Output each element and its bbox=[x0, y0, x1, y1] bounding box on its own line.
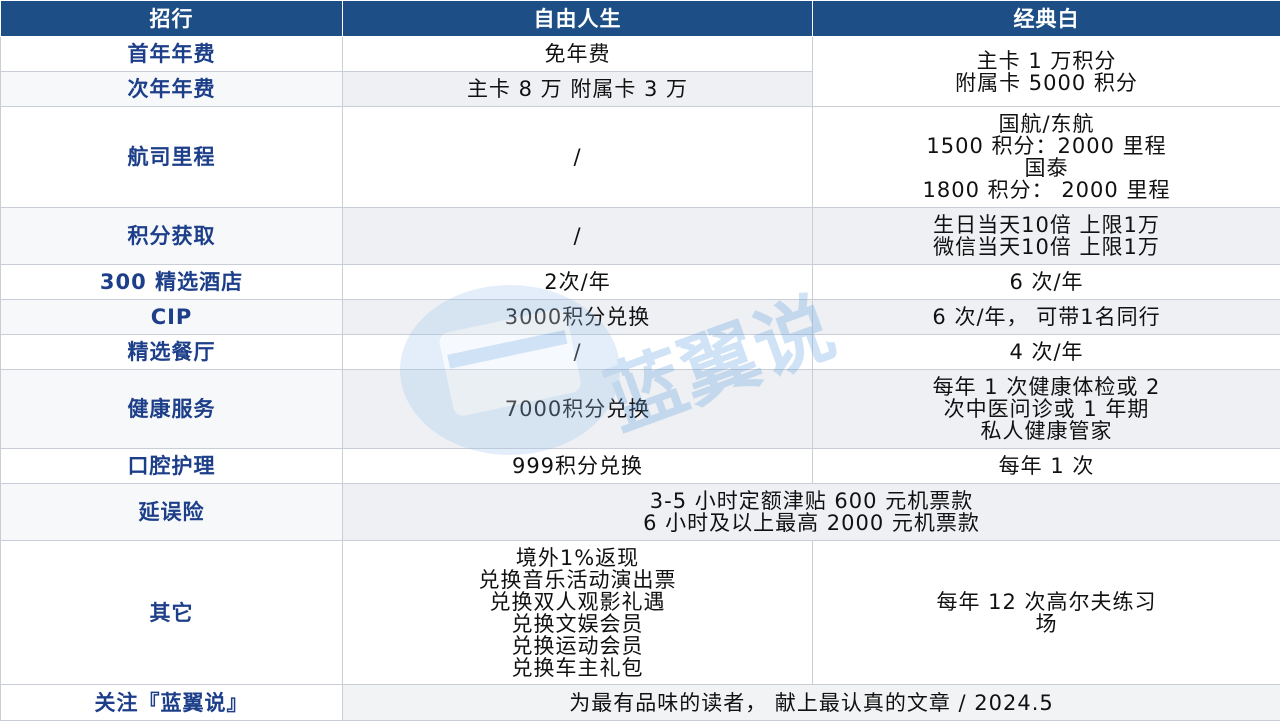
cell-line: 境外1%返现 bbox=[349, 547, 806, 569]
comparison-sheet: 招行 自由人生 经典白 首年年费 免年费 主卡 1 万积分 附属卡 5000 积… bbox=[0, 0, 1280, 720]
row-label-second-year-fee: 次年年费 bbox=[1, 72, 343, 107]
cell-freedom-dining: / bbox=[343, 335, 813, 370]
footer-row: 关注『蓝翼说』 为最有品味的读者， 献上最认真的文章 / 2024.5 bbox=[1, 685, 1280, 721]
table-row: 精选餐厅 / 4 次/年 bbox=[1, 335, 1280, 370]
header-row: 招行 自由人生 经典白 bbox=[1, 1, 1280, 37]
table-row: 其它 境外1%返现 兑换音乐活动演出票 兑换双人观影礼遇 兑换文娱会员 兑换运动… bbox=[1, 541, 1280, 685]
table-row: 航司里程 / 国航/东航 1500 积分：2000 里程 国泰 1800 积分：… bbox=[1, 107, 1280, 208]
header-card-freedom: 自由人生 bbox=[343, 1, 813, 37]
cell-line: 生日当天10倍 上限1万 bbox=[819, 214, 1274, 236]
cell-classic-other: 每年 12 次高尔夫练习 场 bbox=[813, 541, 1280, 685]
cell-line: 兑换运动会员 bbox=[349, 635, 806, 657]
header-bank: 招行 bbox=[1, 1, 343, 37]
table-row: 300 精选酒店 2次/年 6 次/年 bbox=[1, 265, 1280, 300]
row-label-first-year-fee: 首年年费 bbox=[1, 37, 343, 72]
cell-freedom-second-year-fee: 主卡 8 万 附属卡 3 万 bbox=[343, 72, 813, 107]
row-label-other: 其它 bbox=[1, 541, 343, 685]
footer-follow-label: 关注『蓝翼说』 bbox=[1, 685, 343, 721]
cell-line: 国泰 bbox=[819, 157, 1274, 179]
cell-line: 私人健康管家 bbox=[819, 420, 1274, 442]
cell-line: 1500 积分：2000 里程 bbox=[819, 135, 1274, 157]
cell-classic-dining: 4 次/年 bbox=[813, 335, 1280, 370]
cell-line: 1800 积分： 2000 里程 bbox=[819, 179, 1274, 201]
cell-freedom-first-year-fee: 免年费 bbox=[343, 37, 813, 72]
cell-freedom-points-earning: / bbox=[343, 208, 813, 265]
cell-freedom-hotel: 2次/年 bbox=[343, 265, 813, 300]
cell-classic-hotel: 6 次/年 bbox=[813, 265, 1280, 300]
row-label-airline-miles: 航司里程 bbox=[1, 107, 343, 208]
cell-line: 3-5 小时定额津贴 600 元机票款 bbox=[349, 490, 1274, 512]
cell-line: 6 小时及以上最高 2000 元机票款 bbox=[349, 512, 1274, 534]
cell-freedom-dental: 999积分兑换 bbox=[343, 449, 813, 484]
row-label-cip: CIP bbox=[1, 300, 343, 335]
cell-line: 国航/东航 bbox=[819, 113, 1274, 135]
cell-freedom-airline-miles: / bbox=[343, 107, 813, 208]
cell-line: 每年 12 次高尔夫练习 bbox=[819, 591, 1274, 613]
cell-line: 微信当天10倍 上限1万 bbox=[819, 236, 1274, 258]
table-row: 延误险 3-5 小时定额津贴 600 元机票款 6 小时及以上最高 2000 元… bbox=[1, 484, 1280, 541]
card-comparison-table: 招行 自由人生 经典白 首年年费 免年费 主卡 1 万积分 附属卡 5000 积… bbox=[0, 0, 1280, 721]
row-label-points-earning: 积分获取 bbox=[1, 208, 343, 265]
cell-freedom-other: 境外1%返现 兑换音乐活动演出票 兑换双人观影礼遇 兑换文娱会员 兑换运动会员 … bbox=[343, 541, 813, 685]
cell-line: 主卡 1 万积分 bbox=[819, 50, 1274, 72]
cell-line: 兑换音乐活动演出票 bbox=[349, 569, 806, 591]
table-row: 健康服务 7000积分兑换 每年 1 次健康体检或 2 次中医问诊或 1 年期 … bbox=[1, 370, 1280, 449]
cell-line: 兑换车主礼包 bbox=[349, 657, 806, 679]
row-label-hotel: 300 精选酒店 bbox=[1, 265, 343, 300]
cell-delay-insurance: 3-5 小时定额津贴 600 元机票款 6 小时及以上最高 2000 元机票款 bbox=[343, 484, 1280, 541]
cell-freedom-health: 7000积分兑换 bbox=[343, 370, 813, 449]
row-label-health: 健康服务 bbox=[1, 370, 343, 449]
cell-classic-annual-fee: 主卡 1 万积分 附属卡 5000 积分 bbox=[813, 37, 1280, 107]
header-card-classic-white: 经典白 bbox=[813, 1, 1280, 37]
cell-classic-cip: 6 次/年， 可带1名同行 bbox=[813, 300, 1280, 335]
cell-classic-airline-miles: 国航/东航 1500 积分：2000 里程 国泰 1800 积分： 2000 里… bbox=[813, 107, 1280, 208]
row-label-delay-insurance: 延误险 bbox=[1, 484, 343, 541]
table-row: 口腔护理 999积分兑换 每年 1 次 bbox=[1, 449, 1280, 484]
cell-line: 每年 1 次健康体检或 2 bbox=[819, 376, 1274, 398]
cell-classic-health: 每年 1 次健康体检或 2 次中医问诊或 1 年期 私人健康管家 bbox=[813, 370, 1280, 449]
row-label-dental: 口腔护理 bbox=[1, 449, 343, 484]
footer-slogan: 为最有品味的读者， 献上最认真的文章 / 2024.5 bbox=[343, 685, 1280, 721]
table-row: 首年年费 免年费 主卡 1 万积分 附属卡 5000 积分 bbox=[1, 37, 1280, 72]
cell-classic-points-earning: 生日当天10倍 上限1万 微信当天10倍 上限1万 bbox=[813, 208, 1280, 265]
cell-line: 兑换双人观影礼遇 bbox=[349, 591, 806, 613]
cell-classic-dental: 每年 1 次 bbox=[813, 449, 1280, 484]
cell-line: 附属卡 5000 积分 bbox=[819, 72, 1274, 94]
row-label-dining: 精选餐厅 bbox=[1, 335, 343, 370]
cell-freedom-cip: 3000积分兑换 bbox=[343, 300, 813, 335]
cell-line: 场 bbox=[819, 613, 1274, 635]
cell-line: 次中医问诊或 1 年期 bbox=[819, 398, 1274, 420]
cell-line: 兑换文娱会员 bbox=[349, 613, 806, 635]
table-row: CIP 3000积分兑换 6 次/年， 可带1名同行 bbox=[1, 300, 1280, 335]
table-row: 积分获取 / 生日当天10倍 上限1万 微信当天10倍 上限1万 bbox=[1, 208, 1280, 265]
